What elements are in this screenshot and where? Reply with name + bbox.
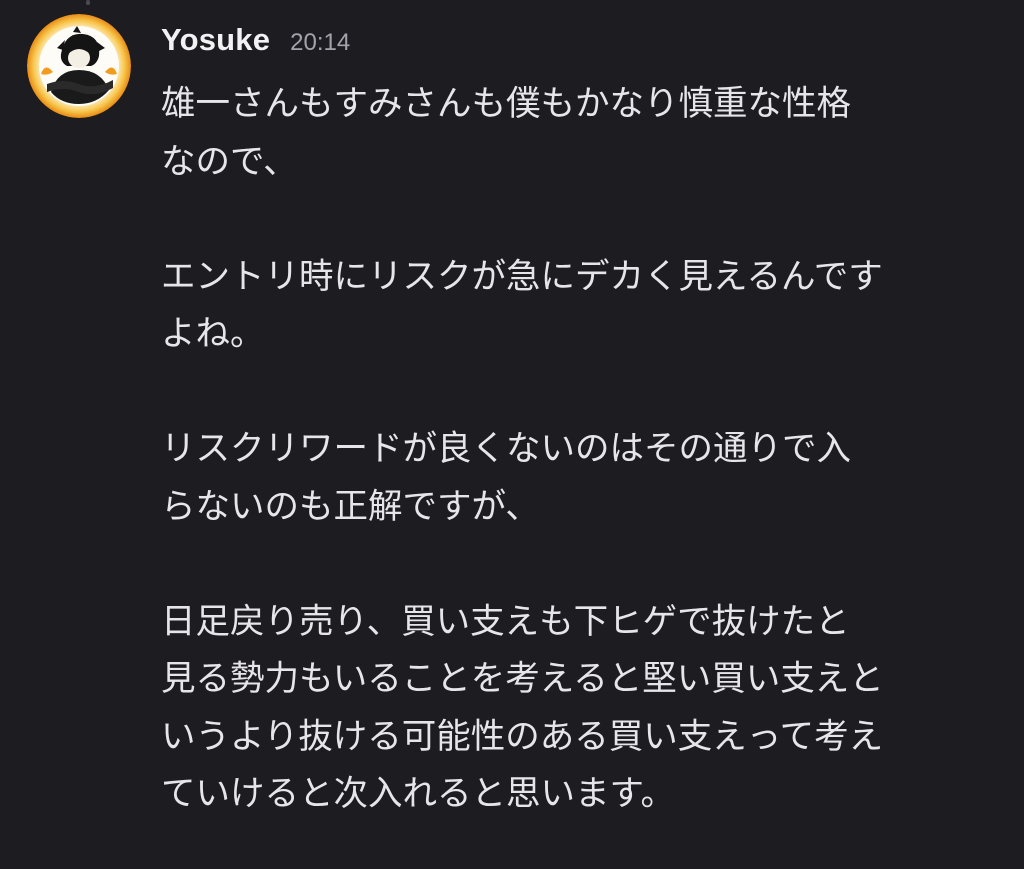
username[interactable]: Yosuke [161,22,270,58]
message-line [161,364,1011,422]
message-line: 雄一さんもすみさんも僕もかなり慎重な性格 [161,84,851,124]
user-avatar-icon [27,14,131,118]
timestamp: 20:14 [290,29,351,56]
message-line: 日足戻り売り、買い支えも下ヒゲで抜けたと [161,601,850,642]
avatar[interactable] [27,14,131,118]
message-line: らないのも正解ですが、 [161,486,540,527]
message-line: いうより抜ける可能性のある買い支えって考え [161,716,884,757]
message-line: よね。 [161,314,265,354]
thread-connector [86,0,90,5]
message-line [161,536,1011,594]
message-line [161,191,1011,249]
message-header: Yosuke 20:14 [161,22,350,66]
message-line: なので、 [161,141,298,182]
message-line: エントリ時にリスクが急にデカく見えるんです [161,256,883,297]
message-line: ていけると次入れると思います。 [161,774,676,814]
message-body: 雄一さんもすみさんも僕もかなり慎重な性格 なので、 エントリ時にリスクが急にデカ… [161,76,1011,824]
message-line: 見る勢力もいることを考えると堅い買い支えと [161,659,884,699]
message-line: リスクリワードが良くないのはその通りで入 [161,429,851,469]
chat-message: Yosuke 20:14 雄一さんもすみさんも僕もかなり慎重な性格 なので、 エ… [0,0,1024,869]
